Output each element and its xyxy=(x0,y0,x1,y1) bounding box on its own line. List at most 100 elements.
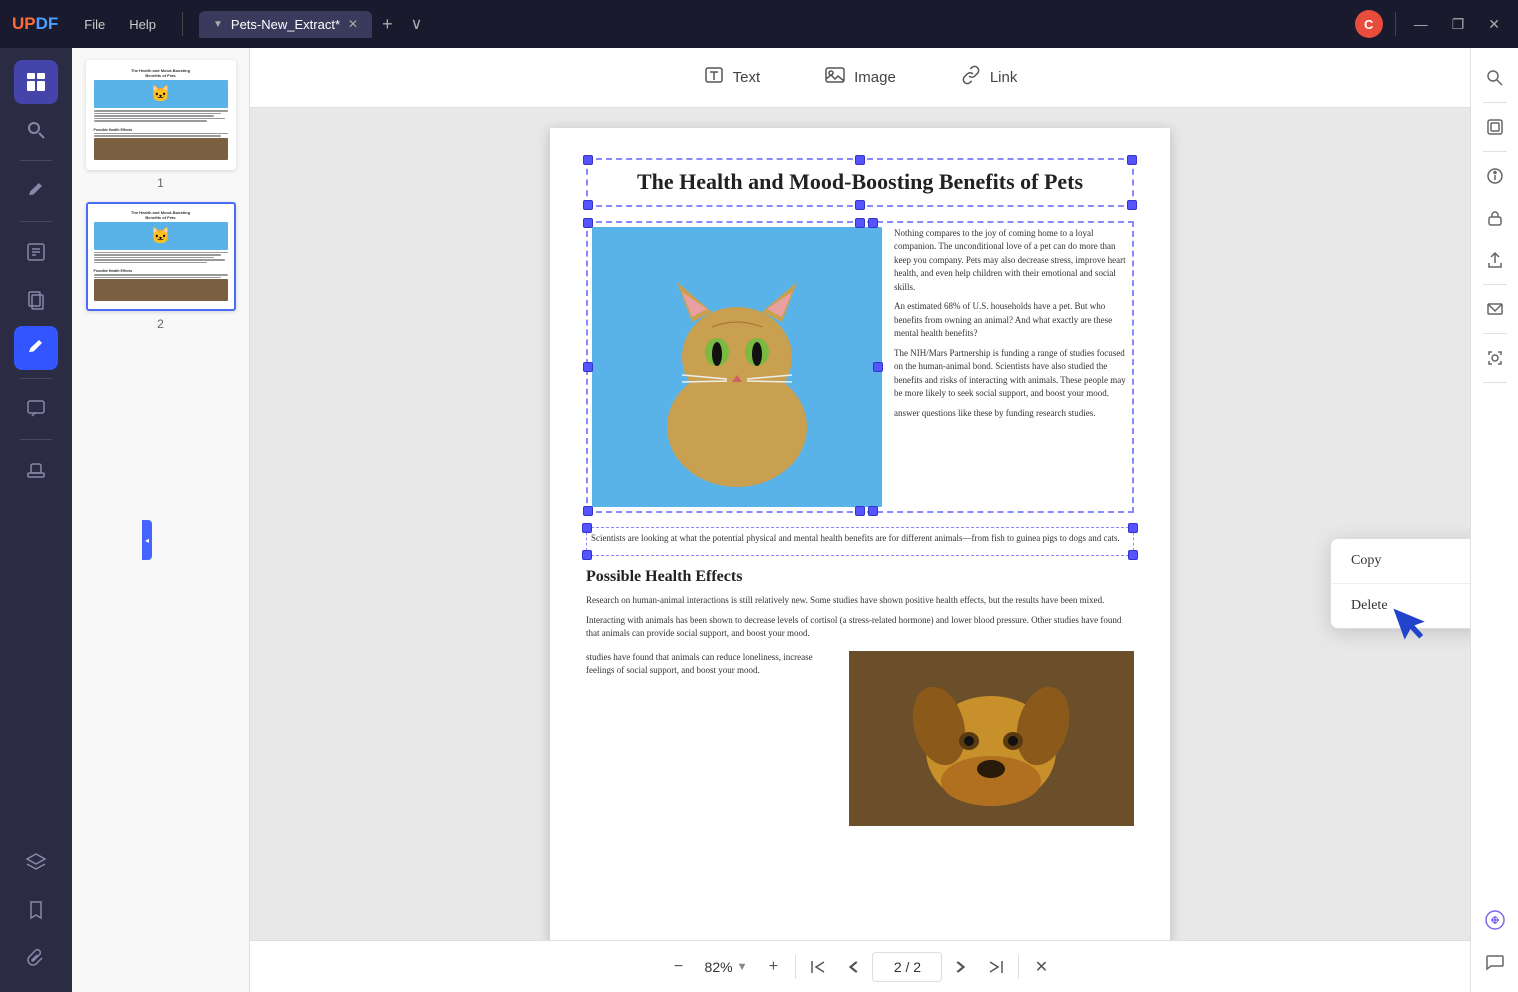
close-button[interactable]: ✕ xyxy=(1482,14,1506,35)
right-ai-button[interactable] xyxy=(1477,902,1513,938)
image-handle-tr[interactable] xyxy=(868,218,878,228)
tab-dropdown-icon[interactable]: ▼ xyxy=(213,19,223,30)
zoom-out-icon: − xyxy=(674,958,683,976)
handle-bl[interactable] xyxy=(583,200,593,210)
sidebar-icon-attachment[interactable] xyxy=(14,936,58,980)
delete-label: Delete xyxy=(1351,598,1388,614)
sidebar-divider-4 xyxy=(20,439,52,440)
tabs-overflow-button[interactable]: ∨ xyxy=(403,14,431,34)
right-ocr-button[interactable] xyxy=(1477,109,1513,145)
menu-bar: File Help xyxy=(74,13,166,36)
handle-br[interactable] xyxy=(1127,200,1137,210)
image-handle-lm[interactable] xyxy=(583,362,593,372)
window-actions: C — ❐ ✕ xyxy=(1355,10,1506,38)
bottom-toolbar: − 82% ▼ + 2 / 2 xyxy=(250,940,1470,992)
last-page-button[interactable] xyxy=(978,949,1014,985)
image-handle-br[interactable] xyxy=(868,506,878,516)
right-search-button[interactable] xyxy=(1477,60,1513,96)
thumbnail-2-number: 2 xyxy=(157,317,164,331)
scientists-text: Scientists are looking at what the poten… xyxy=(591,532,1129,546)
zoom-in-button[interactable]: + xyxy=(755,949,791,985)
sidebar-icon-comment[interactable] xyxy=(14,387,58,431)
menu-file[interactable]: File xyxy=(74,13,115,36)
toolbar-link-label: Link xyxy=(990,69,1018,86)
pdf-viewport[interactable]: The Health and Mood-Boosting Benefits of… xyxy=(250,108,1470,940)
image-handle-tm[interactable] xyxy=(855,218,865,228)
tab-close-icon[interactable]: ✕ xyxy=(348,17,358,31)
title-bar: UPDF File Help ▼ Pets-New_Extract* ✕ + ∨… xyxy=(0,0,1518,48)
pdf-image-text-row[interactable]: Nothing compares to the joy of coming ho… xyxy=(586,221,1134,513)
right-divider-5 xyxy=(1483,382,1507,383)
handle-tr[interactable] xyxy=(1127,155,1137,165)
right-lock-button[interactable] xyxy=(1477,200,1513,236)
handle-bm[interactable] xyxy=(855,200,865,210)
context-menu-copy[interactable]: Copy Ctrl+C xyxy=(1331,539,1470,583)
tab-add-button[interactable]: + xyxy=(376,14,399,35)
bottom-close-button[interactable]: ✕ xyxy=(1023,949,1059,985)
sidebar-divider-2 xyxy=(20,221,52,222)
right-mail-button[interactable] xyxy=(1477,291,1513,327)
image-handle-rm[interactable] xyxy=(873,362,883,372)
image-handle-bl[interactable] xyxy=(583,506,593,516)
pdf-title-block[interactable]: The Health and Mood-Boosting Benefits of… xyxy=(586,158,1134,207)
toolbar-image-item[interactable]: Image xyxy=(808,56,912,99)
pdf-bottom-row: studies have found that animals can redu… xyxy=(586,651,1134,826)
next-page-button[interactable] xyxy=(942,949,978,985)
scientists-caption-block[interactable]: Scientists are looking at what the poten… xyxy=(586,527,1134,557)
right-screenshot-button[interactable] xyxy=(1477,340,1513,376)
last-page-icon xyxy=(988,959,1004,975)
pdf-title-text: The Health and Mood-Boosting Benefits of… xyxy=(596,168,1124,197)
zoom-out-button[interactable]: − xyxy=(661,949,697,985)
caption-handle-br[interactable] xyxy=(1128,550,1138,560)
panel-expand-handle[interactable]: ◂ xyxy=(142,520,152,560)
toolbar-text-item[interactable]: Text xyxy=(687,56,777,99)
caption-handle-tl[interactable] xyxy=(582,523,592,533)
sidebar-icon-search[interactable] xyxy=(14,108,58,152)
right-share-button[interactable] xyxy=(1477,242,1513,278)
prev-page-button[interactable] xyxy=(836,949,872,985)
sidebar-icon-stamp[interactable] xyxy=(14,448,58,492)
section-title: Possible Health Effects xyxy=(586,568,1134,586)
image-tool-icon xyxy=(824,64,846,91)
sidebar-icon-layers[interactable] xyxy=(14,840,58,884)
user-avatar[interactable]: C xyxy=(1355,10,1383,38)
thumbnail-1-number: 1 xyxy=(157,176,164,190)
prev-page-icon xyxy=(846,959,862,975)
sidebar-icon-annotate[interactable] xyxy=(14,169,58,213)
zoom-dropdown-icon[interactable]: ▼ xyxy=(737,961,748,973)
sidebar-icon-edit[interactable] xyxy=(14,326,58,370)
maximize-button[interactable]: ❐ xyxy=(1446,14,1471,35)
image-handle-bm[interactable] xyxy=(855,506,865,516)
thumbnail-1-preview: The Health and Mood-BoostingBenefits of … xyxy=(86,60,236,170)
menu-help[interactable]: Help xyxy=(119,13,166,36)
handle-tm[interactable] xyxy=(855,155,865,165)
page-indicator[interactable]: 2 / 2 xyxy=(872,952,942,982)
bottom-divider-1 xyxy=(795,955,796,979)
main-layout: ◂ The Health and Mood-BoostingBenefits o… xyxy=(0,48,1518,992)
image-handle-tl[interactable] xyxy=(583,218,593,228)
text-tool-icon xyxy=(703,64,725,91)
thumbnail-page-2[interactable]: The Health and Mood-BoostingBenefits of … xyxy=(80,202,241,332)
app-logo: UPDF xyxy=(12,14,58,34)
close-bottom-icon: ✕ xyxy=(1035,957,1048,977)
right-sidebar xyxy=(1470,48,1518,992)
sidebar-icon-thumbnails[interactable] xyxy=(14,60,58,104)
right-chat-button[interactable] xyxy=(1477,944,1513,980)
thumbnail-page-1[interactable]: The Health and Mood-BoostingBenefits of … xyxy=(80,60,241,190)
content-area: Text Image Link xyxy=(250,48,1470,992)
first-page-button[interactable] xyxy=(800,949,836,985)
first-page-icon xyxy=(810,959,826,975)
sidebar-icon-forms[interactable] xyxy=(14,230,58,274)
sidebar-icon-pages[interactable] xyxy=(14,278,58,322)
handle-tl[interactable] xyxy=(583,155,593,165)
tab-area: ▼ Pets-New_Extract* ✕ + ∨ xyxy=(199,11,1339,38)
active-tab[interactable]: ▼ Pets-New_Extract* ✕ xyxy=(199,11,372,38)
caption-handle-tr[interactable] xyxy=(1128,523,1138,533)
minimize-button[interactable]: — xyxy=(1408,14,1434,34)
sidebar-icon-bookmark[interactable] xyxy=(14,888,58,932)
sidebar-divider-3 xyxy=(20,378,52,379)
toolbar-link-item[interactable]: Link xyxy=(944,56,1034,99)
action-divider xyxy=(1395,12,1396,36)
caption-handle-bl[interactable] xyxy=(582,550,592,560)
right-info-button[interactable] xyxy=(1477,158,1513,194)
